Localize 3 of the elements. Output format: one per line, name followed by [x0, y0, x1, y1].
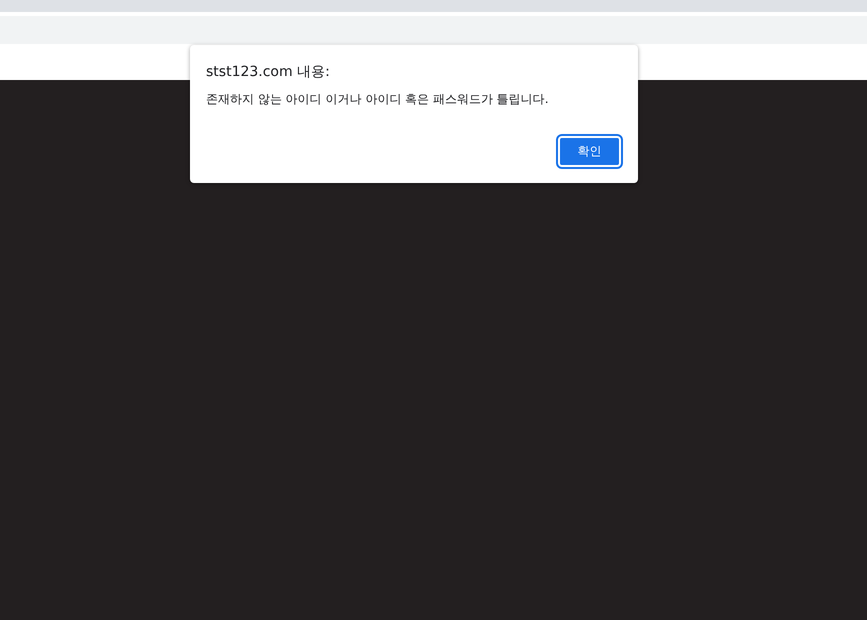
dialog-title: stst123.com 내용: — [206, 63, 331, 81]
ok-button[interactable]: 확인 — [558, 136, 621, 167]
dialog-message: 존재하지 않는 아이디 이거나 아이디 혹은 패스워드가 틀립니다. — [206, 91, 550, 107]
